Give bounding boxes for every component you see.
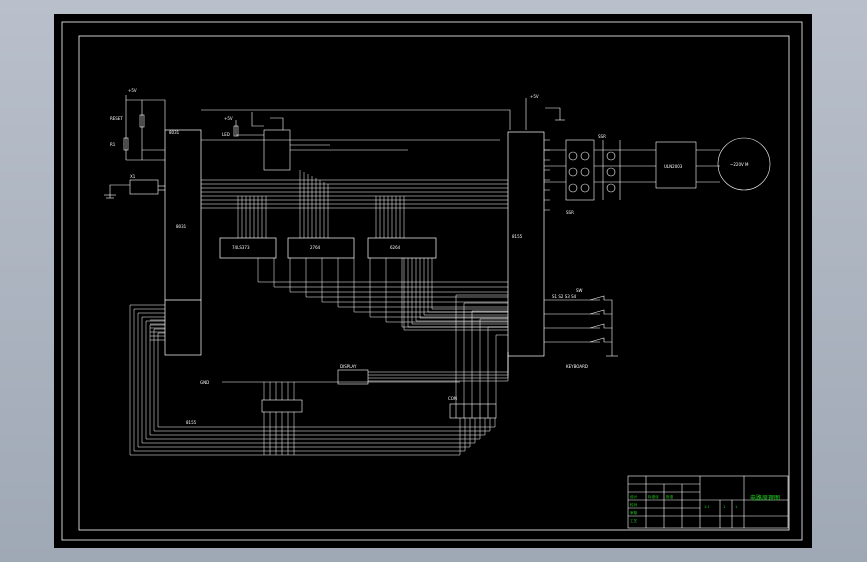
bus-wire [368, 352, 509, 382]
bus-wires [129, 139, 550, 456]
bus-wire [401, 258, 508, 328]
supply-bus [201, 98, 565, 141]
display-label: DISPLAY [340, 364, 357, 369]
small-chip [233, 112, 408, 171]
keys-label: S1 S2 S3 S4 [552, 294, 577, 299]
title-row-4: 工艺 [630, 518, 638, 523]
bus-wire [305, 258, 508, 298]
sheet-value: 1 [723, 505, 725, 509]
schematic-drawing: 8031 8031 RESET R1 +5V X1 +5V LED +5V 74… [61, 21, 803, 541]
title-row-5: 标准化 [648, 494, 659, 499]
bus-wire [353, 258, 508, 313]
bus-wire [369, 258, 508, 318]
bus-wire [337, 258, 508, 308]
key-switches [544, 295, 618, 357]
mcu-label: 8031 [169, 130, 180, 135]
pio-label: 8155 [512, 234, 523, 239]
bus-wire [368, 352, 509, 379]
title-block [627, 475, 789, 529]
title-text: 电路原理图 [750, 494, 780, 502]
bus-wire [427, 258, 508, 313]
bus-wire [129, 304, 461, 456]
pio-chip [507, 131, 545, 357]
bus-wire [431, 258, 508, 310]
memory-chips [219, 237, 437, 259]
vcc-label-1: +5V [128, 88, 137, 93]
ssr-label: SSR [598, 134, 606, 139]
port-label: 8155 [186, 420, 197, 425]
ram-label: 6264 [390, 245, 401, 250]
resistor-label: R1 [110, 142, 116, 147]
vcc-label-2: +5V [224, 116, 233, 121]
driver-label: ULN2003 [664, 164, 683, 169]
ssr-caption: SSR [566, 210, 574, 215]
latch-label: 74LS373 [232, 245, 250, 250]
bus-wire [487, 326, 508, 404]
plug-label: CON [448, 396, 457, 401]
title-row-1: 设计 [630, 494, 638, 499]
bus-wire [471, 310, 508, 404]
bus-wire [368, 352, 509, 373]
bus-wire [415, 258, 508, 322]
bus-wire [133, 308, 466, 452]
ssr-section [544, 137, 771, 201]
bus-wire [321, 258, 508, 303]
bus-wire [495, 334, 508, 404]
title-row-3: 审核 [630, 510, 638, 515]
lower-wiring [222, 369, 497, 419]
bus-wire [368, 352, 509, 376]
bus-wire [407, 258, 508, 328]
bus-wire [385, 258, 508, 323]
bus-wire [423, 258, 508, 316]
sheets-value: 1 [735, 505, 737, 509]
title-row-2: 校对 [630, 502, 638, 507]
reset-label: RESET [110, 116, 123, 121]
led-label: LED [222, 132, 230, 137]
eprom-label: 2764 [310, 245, 321, 250]
keyboard-label: KEYBOARD [566, 364, 588, 369]
mcu-part: 8031 [176, 224, 187, 229]
motor-label: ~220V M [730, 162, 749, 167]
bus-wire [257, 258, 508, 283]
vcc-label-3: +5V [530, 94, 539, 99]
crystal-label: X1 [130, 174, 136, 179]
scale-value: 1:1 [704, 505, 710, 509]
bus-wire [411, 258, 508, 325]
bus-wire [479, 318, 508, 404]
mcu-chip [164, 129, 202, 356]
bus-wire [273, 258, 508, 288]
title-row-6: 批准 [666, 494, 674, 499]
switch-label: SW [576, 288, 583, 293]
ground-label: GND [200, 380, 209, 385]
